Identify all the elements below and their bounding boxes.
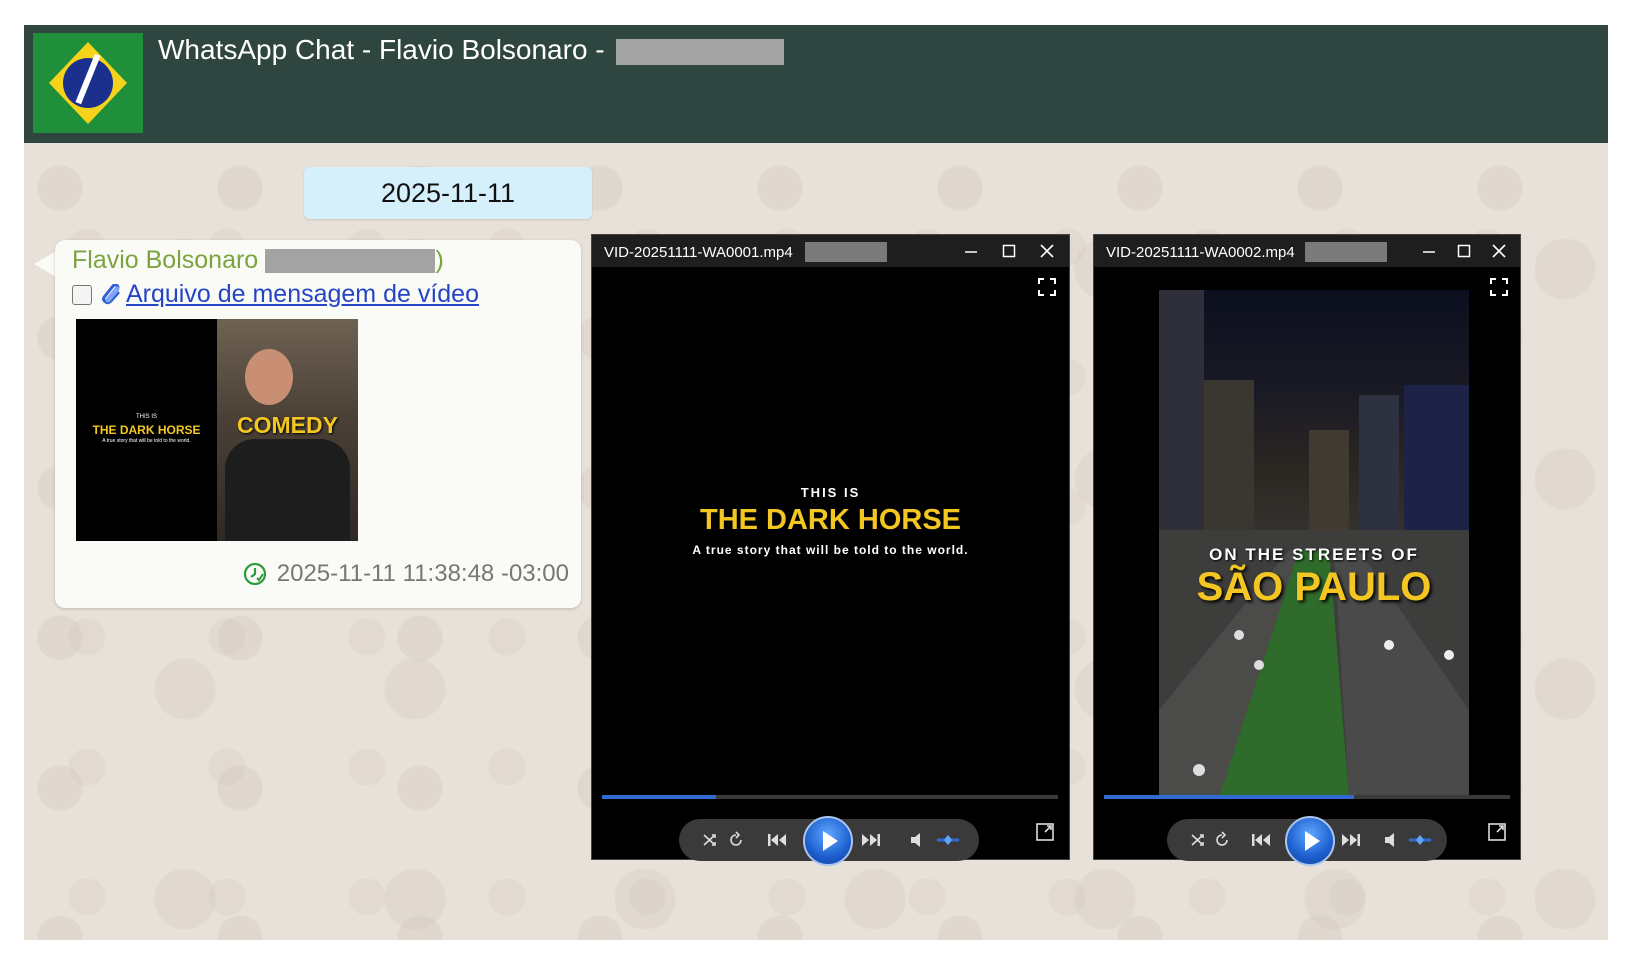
repeat-icon[interactable] <box>1213 831 1231 849</box>
chat-title: WhatsApp Chat - Flavio Bolsonaro - <box>158 35 785 65</box>
video-thumbnail[interactable]: THIS IS THE DARK HORSE A true story that… <box>76 319 358 541</box>
volume-icon[interactable] <box>1383 831 1401 849</box>
message-timestamp: 2025-11-11 11:38:48 -03:00 <box>243 560 569 588</box>
mini-player-icon[interactable] <box>1036 823 1054 841</box>
date-separator: 2025-11-11 <box>304 167 592 219</box>
select-checkbox[interactable] <box>72 284 92 305</box>
seek-progress <box>602 795 716 799</box>
fullscreen-icon[interactable] <box>1038 278 1056 296</box>
play-icon[interactable] <box>1285 816 1335 866</box>
minimize-icon[interactable] <box>1410 235 1448 267</box>
message-bubble: Flavio Bolsonaro () Arquivo de mensagem … <box>55 240 581 608</box>
seek-bar[interactable] <box>602 795 1058 799</box>
next-icon[interactable] <box>861 831 880 849</box>
repeat-icon[interactable] <box>727 831 745 849</box>
previous-icon[interactable] <box>767 831 786 849</box>
maximize-icon[interactable] <box>990 235 1028 267</box>
video-player-2: VID-20251111-WA0002.mp4 ON THE STREETS O… <box>1093 234 1521 866</box>
mini-player-icon[interactable] <box>1488 823 1506 841</box>
video-frame-text: THIS IS THE DARK HORSE A true story that… <box>692 485 969 557</box>
fullscreen-icon[interactable] <box>1490 278 1508 296</box>
sender-name: Flavio Bolsonaro () <box>72 246 444 274</box>
window-frame: WhatsApp Chat - Flavio Bolsonaro - 2025-… <box>24 25 1608 940</box>
playback-controls <box>679 816 979 866</box>
next-icon[interactable] <box>1341 831 1360 849</box>
minimize-icon[interactable] <box>952 235 990 267</box>
player-filename: VID-20251111-WA0002.mp4 <box>1106 243 1295 261</box>
chat-header: WhatsApp Chat - Flavio Bolsonaro - <box>24 25 1608 143</box>
playback-controls <box>1167 816 1447 866</box>
play-icon[interactable] <box>803 816 853 866</box>
video-attachment-link[interactable]: Arquivo de mensagem de vídeo <box>126 280 479 309</box>
brazil-flag-avatar[interactable] <box>33 33 143 133</box>
player-filename: VID-20251111-WA0001.mp4 <box>604 243 793 261</box>
person-body <box>225 439 350 541</box>
city-night-scene: ON THE STREETS OF SÃO PAULO <box>1159 290 1469 797</box>
close-icon[interactable] <box>1028 235 1066 267</box>
shuffle-icon[interactable] <box>701 831 719 849</box>
attachment-row: Arquivo de mensagem de vídeo <box>72 280 479 309</box>
volume-slider[interactable] <box>937 831 959 849</box>
maximize-icon[interactable] <box>1445 235 1483 267</box>
close-icon[interactable] <box>1480 235 1518 267</box>
volume-icon[interactable] <box>909 831 927 849</box>
seek-bar[interactable] <box>1104 795 1510 799</box>
city-illustration <box>1159 290 1469 797</box>
seek-progress <box>1104 795 1354 799</box>
volume-slider[interactable] <box>1409 831 1431 849</box>
redacted-block <box>804 242 887 262</box>
shuffle-icon[interactable] <box>1189 831 1207 849</box>
clock-check-icon <box>243 562 267 586</box>
person-head <box>245 349 293 405</box>
player-titlebar: VID-20251111-WA0002.mp4 <box>1094 235 1520 267</box>
redacted-block <box>1304 242 1387 262</box>
redacted-block <box>265 249 436 274</box>
paperclip-icon <box>102 282 122 306</box>
player-titlebar: VID-20251111-WA0001.mp4 <box>592 235 1069 267</box>
redacted-block <box>616 38 785 65</box>
video-player-1: VID-20251111-WA0001.mp4 THIS IS THE DARK… <box>591 234 1070 866</box>
previous-icon[interactable] <box>1251 831 1270 849</box>
